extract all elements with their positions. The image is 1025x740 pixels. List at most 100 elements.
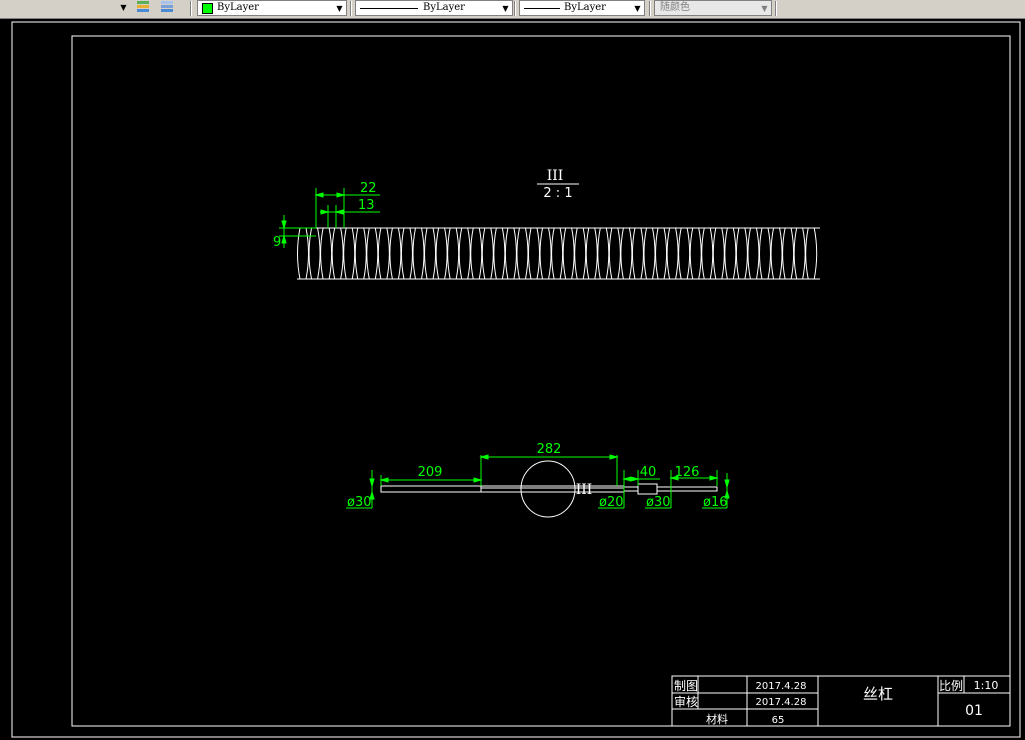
thread-coil	[470, 227, 483, 280]
dim-arrow	[314, 192, 324, 198]
thread-coil	[689, 227, 702, 280]
dim-126-text: 126	[675, 465, 700, 480]
dim-arrow	[622, 476, 632, 482]
dim-arrow	[473, 477, 483, 483]
dim-arrow	[281, 234, 287, 244]
thread-coil	[331, 227, 344, 280]
thread-coil	[551, 227, 564, 280]
linetype-preview-icon	[360, 8, 418, 9]
thread-coil	[782, 227, 795, 280]
plotstyle-control[interactable]: 随颜色 ▼	[654, 0, 772, 16]
toolbar-separator	[190, 1, 192, 16]
thread-coil	[724, 227, 737, 280]
dim-arrow	[609, 454, 619, 460]
drawing-frame	[71, 35, 1011, 727]
chevron-down-icon[interactable]: ▼	[334, 1, 345, 17]
thread-coil	[608, 227, 621, 280]
thread-coil	[574, 227, 587, 280]
thread-coil	[539, 227, 552, 280]
dim-dia-end-text: ø16	[703, 495, 728, 510]
scale-value: 1:10	[974, 679, 999, 692]
thread-coil	[770, 227, 783, 280]
thread-coil	[320, 227, 333, 280]
part-name: 丝杠	[863, 685, 893, 703]
layer-states-icon[interactable]	[135, 0, 151, 16]
checked-by-label: 审核	[674, 694, 698, 709]
dim-209-text: 209	[418, 465, 443, 480]
dim-arrow	[334, 209, 344, 215]
thread-coil	[631, 227, 644, 280]
chevron-down-icon[interactable]: ▼	[632, 1, 643, 17]
thread-coil	[504, 227, 517, 280]
dim-arrow	[630, 476, 640, 482]
shaft-left-section	[380, 485, 482, 493]
color-control[interactable]: ByLayer ▼	[197, 0, 347, 16]
dim-thread-depth-text: 9	[273, 235, 281, 250]
lineweight-control[interactable]: ByLayer ▼	[519, 0, 645, 16]
toolbar-separator	[775, 1, 777, 16]
dim-dia-left-text: ø30	[347, 495, 372, 510]
thread-coil	[597, 227, 610, 280]
sheet-outer-border	[11, 21, 1021, 738]
detail-callout-circle	[520, 460, 576, 518]
toolbar-separator	[350, 1, 352, 16]
thread-detail-view	[297, 227, 820, 280]
dim-40-text: 40	[640, 465, 657, 480]
thread-coil	[585, 227, 598, 280]
thread-coil	[424, 227, 437, 280]
linetype-control[interactable]: ByLayer ▼	[355, 0, 513, 16]
thread-dimensions	[279, 188, 380, 248]
plotstyle-control-label: 随颜色	[660, 2, 690, 13]
dim-arrow	[320, 209, 330, 215]
checked-date: 2017.4.28	[756, 697, 807, 708]
layer-dropdown-arrow[interactable]: ▼	[118, 0, 129, 16]
thread-coil	[377, 227, 390, 280]
dim-arrow	[379, 477, 389, 483]
thread-coil	[759, 227, 771, 280]
toolbar-separator	[649, 1, 651, 16]
thread-coil	[389, 227, 402, 280]
thread-coil	[655, 227, 668, 280]
thread-coil	[528, 227, 540, 280]
thread-coil	[493, 227, 506, 280]
thread-coil	[481, 227, 494, 280]
dim-pitch-text: 22	[360, 181, 377, 196]
properties-toolbar: ▼ ByLayer ▼ ByLayer ▼ ByLayer ▼ 随颜色 ▼	[0, 0, 1025, 19]
thread-coil	[562, 227, 575, 280]
thread-coil	[643, 227, 656, 280]
dim-282-text: 282	[537, 442, 562, 457]
thread-coil	[458, 227, 471, 280]
dim-arrow	[709, 475, 719, 481]
thread-coil	[666, 227, 679, 280]
detail-title-label: III	[547, 168, 564, 184]
shaft-threaded-section	[480, 485, 625, 493]
layer-previous-icon[interactable]	[159, 0, 175, 16]
drawing-number: 01	[965, 703, 983, 719]
material-label: 材料	[706, 712, 728, 726]
dim-arrow	[369, 478, 375, 488]
thread-coil	[400, 227, 413, 280]
lineweight-control-label: ByLayer	[564, 2, 606, 13]
chevron-down-icon[interactable]: ▼	[759, 1, 770, 17]
drawn-date: 2017.4.28	[756, 681, 807, 692]
dim-arrow	[336, 192, 346, 198]
dim-arrow	[479, 454, 489, 460]
thread-coil	[805, 227, 818, 280]
dim-dia-step-text: ø30	[646, 495, 671, 510]
chevron-down-icon[interactable]: ▼	[500, 1, 511, 17]
color-control-label: ByLayer	[217, 2, 259, 13]
thread-coil	[620, 227, 633, 280]
thread-coil	[793, 227, 806, 280]
detail-scale-label: 2 : 1	[543, 186, 572, 201]
thread-coil	[516, 227, 529, 280]
thread-coil	[343, 227, 356, 280]
scale-label: 比例	[939, 679, 963, 693]
dim-arrow	[724, 479, 730, 489]
thread-coil	[447, 227, 460, 280]
drawing-canvas[interactable]: III 2 : 1 22 13 9 III 209 282 40 126 ø30…	[0, 18, 1025, 740]
thread-coil	[354, 227, 367, 280]
shaft-step-section	[637, 483, 658, 495]
shaft-end-section	[656, 486, 718, 492]
lineweight-preview-icon	[524, 8, 560, 9]
thread-coil	[701, 227, 714, 280]
